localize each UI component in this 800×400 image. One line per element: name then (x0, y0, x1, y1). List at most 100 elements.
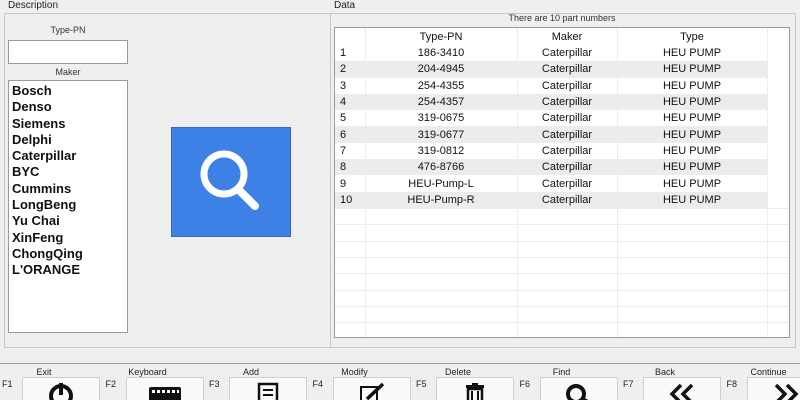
function-key-label: F2 (105, 379, 117, 389)
exit-button[interactable] (22, 377, 100, 400)
table-cell: Caterpillar (541, 79, 593, 92)
table-cell: Caterpillar (517, 159, 617, 176)
table-cell: 319-0677 (365, 126, 517, 143)
table-row[interactable]: 1 186-3410 Caterpillar HEU PUMP (335, 45, 767, 61)
table-cell: 10 (335, 191, 365, 208)
power-icon (46, 381, 76, 400)
table-cell: HEU PUMP (662, 79, 722, 92)
table-cell: Caterpillar (517, 61, 617, 78)
double-chevron-right-icon (771, 381, 800, 400)
table-cell: Caterpillar (517, 191, 617, 208)
function-key-label: F8 (726, 379, 738, 389)
delete-button[interactable] (436, 377, 514, 400)
toolbar-button-label: Continue (750, 367, 787, 377)
table-cell: HEU PUMP (662, 112, 722, 125)
table-row[interactable]: 5 319-0675 Caterpillar HEU PUMP (335, 110, 767, 126)
table-cell: 254-4355 (417, 79, 465, 92)
table-cell: Caterpillar (541, 47, 593, 60)
grid-column-header[interactable]: Maker (517, 28, 617, 45)
continue-button[interactable] (746, 377, 800, 400)
table-cell: Caterpillar (541, 112, 593, 125)
table-cell: 7 (340, 144, 347, 157)
table-cell: Caterpillar (541, 144, 593, 157)
toolbar-divider (0, 363, 800, 364)
table-cell: HEU PUMP (662, 47, 722, 60)
grid-header-row: Type-PN Maker Type (335, 28, 767, 45)
maker-list-item[interactable]: Cummins (12, 181, 127, 197)
trash-icon (460, 381, 490, 400)
maker-list-item[interactable]: Denso (12, 99, 127, 115)
table-cell: 4 (335, 93, 365, 111)
grid-column-header[interactable]: Type (617, 28, 767, 45)
function-key-label: F4 (312, 379, 324, 389)
table-cell: 186-3410 (417, 47, 465, 60)
toolbar-button-label: Add (242, 367, 259, 377)
table-cell: 5 (340, 112, 347, 125)
table-row[interactable]: 10 HEU-Pump-R Caterpillar HEU PUMP (335, 191, 767, 208)
function-key-label: F6 (519, 379, 531, 389)
double-chevron-left-icon (667, 381, 697, 400)
maker-list-item[interactable]: ChongQing (12, 246, 127, 262)
function-key-label: F3 (209, 379, 220, 389)
type-pn-label: Type-PN (50, 25, 86, 35)
keyboard-button[interactable] (125, 377, 204, 400)
table-cell: 319-0675 (417, 112, 465, 125)
add-list-icon (253, 381, 283, 400)
table-cell: 204-4945 (365, 61, 517, 78)
search-button[interactable] (171, 127, 291, 237)
maker-list-item[interactable]: Siemens (12, 116, 127, 132)
function-key-label: F7 (623, 379, 634, 389)
table-cell: HEU-Pump-L (408, 177, 474, 190)
table-cell: HEU PUMP (617, 61, 767, 78)
maker-list-item[interactable]: L'ORANGE (12, 262, 127, 278)
table-row[interactable]: 6 319-0677 Caterpillar HEU PUMP (335, 126, 767, 143)
table-cell: Caterpillar (517, 93, 617, 111)
grid-column-header[interactable]: Type-PN (365, 28, 517, 45)
maker-list-item[interactable]: BYC (12, 164, 127, 180)
table-row[interactable]: 9 HEU-Pump-L Caterpillar HEU PUMP (335, 175, 767, 191)
table-cell: HEU PUMP (617, 93, 767, 111)
toolbar-button-label: Find (552, 367, 571, 377)
table-cell: HEU PUMP (662, 144, 722, 157)
add-button[interactable] (229, 377, 307, 400)
toolbar-button-label: Modify (341, 367, 368, 377)
function-key-label: F5 (416, 379, 427, 389)
maker-listbox[interactable]: Bosch Denso Siemens Delphi Caterpillar BYC Cum… (8, 80, 128, 333)
toolbar-button-label: Keyboard (128, 367, 167, 377)
table-cell: 9 (340, 177, 347, 190)
table-row[interactable]: 2 204-4945 Caterpillar HEU PUMP (335, 61, 767, 78)
table-row[interactable]: 3 254-4355 Caterpillar HEU PUMP (335, 78, 767, 94)
table-row[interactable]: 7 319-0812 Caterpillar HEU PUMP (335, 143, 767, 159)
maker-label: Maker (55, 67, 81, 77)
toolbar-button-label: Exit (36, 367, 52, 377)
maker-list-item[interactable]: Bosch (12, 83, 127, 99)
table-cell: Caterpillar (541, 177, 593, 190)
table-cell: 6 (335, 126, 365, 143)
grid-column-header[interactable] (335, 28, 365, 45)
table-cell: 476-8766 (365, 159, 517, 176)
maker-list-item[interactable]: XinFeng (12, 230, 127, 246)
back-button[interactable] (643, 377, 721, 400)
table-cell: HEU-Pump-R (365, 191, 517, 208)
table-row[interactable]: 4 254-4357 Caterpillar HEU PUMP (335, 93, 767, 111)
description-panel-title: Description (8, 0, 59, 11)
maker-list-item[interactable]: Caterpillar (12, 148, 127, 164)
find-button[interactable] (539, 377, 618, 400)
keyboard-icon (147, 381, 183, 400)
maker-list-item[interactable]: Delphi (12, 132, 127, 148)
toolbar-button-label: Delete (444, 367, 471, 377)
toolbar-button-label: Back (654, 367, 675, 377)
maker-list-item[interactable]: LongBeng (12, 197, 127, 213)
maker-list-item[interactable]: Yu Chai (12, 213, 127, 229)
type-pn-input[interactable] (8, 40, 128, 64)
table-cell: HEU PUMP (662, 177, 722, 190)
modify-button[interactable] (332, 377, 411, 400)
table-row[interactable]: 8 476-8766 Caterpillar HEU PUMP (335, 159, 767, 176)
pencil-icon (357, 381, 387, 400)
table-cell: 319-0812 (417, 144, 465, 157)
table-cell: HEU PUMP (617, 159, 767, 176)
table-cell: HEU PUMP (617, 126, 767, 143)
table-cell: 3 (340, 79, 347, 92)
parts-grid[interactable]: Type-PN Maker Type 1 186-3410 Caterpillar HEU… (334, 27, 790, 338)
magnifier-icon (200, 150, 259, 210)
